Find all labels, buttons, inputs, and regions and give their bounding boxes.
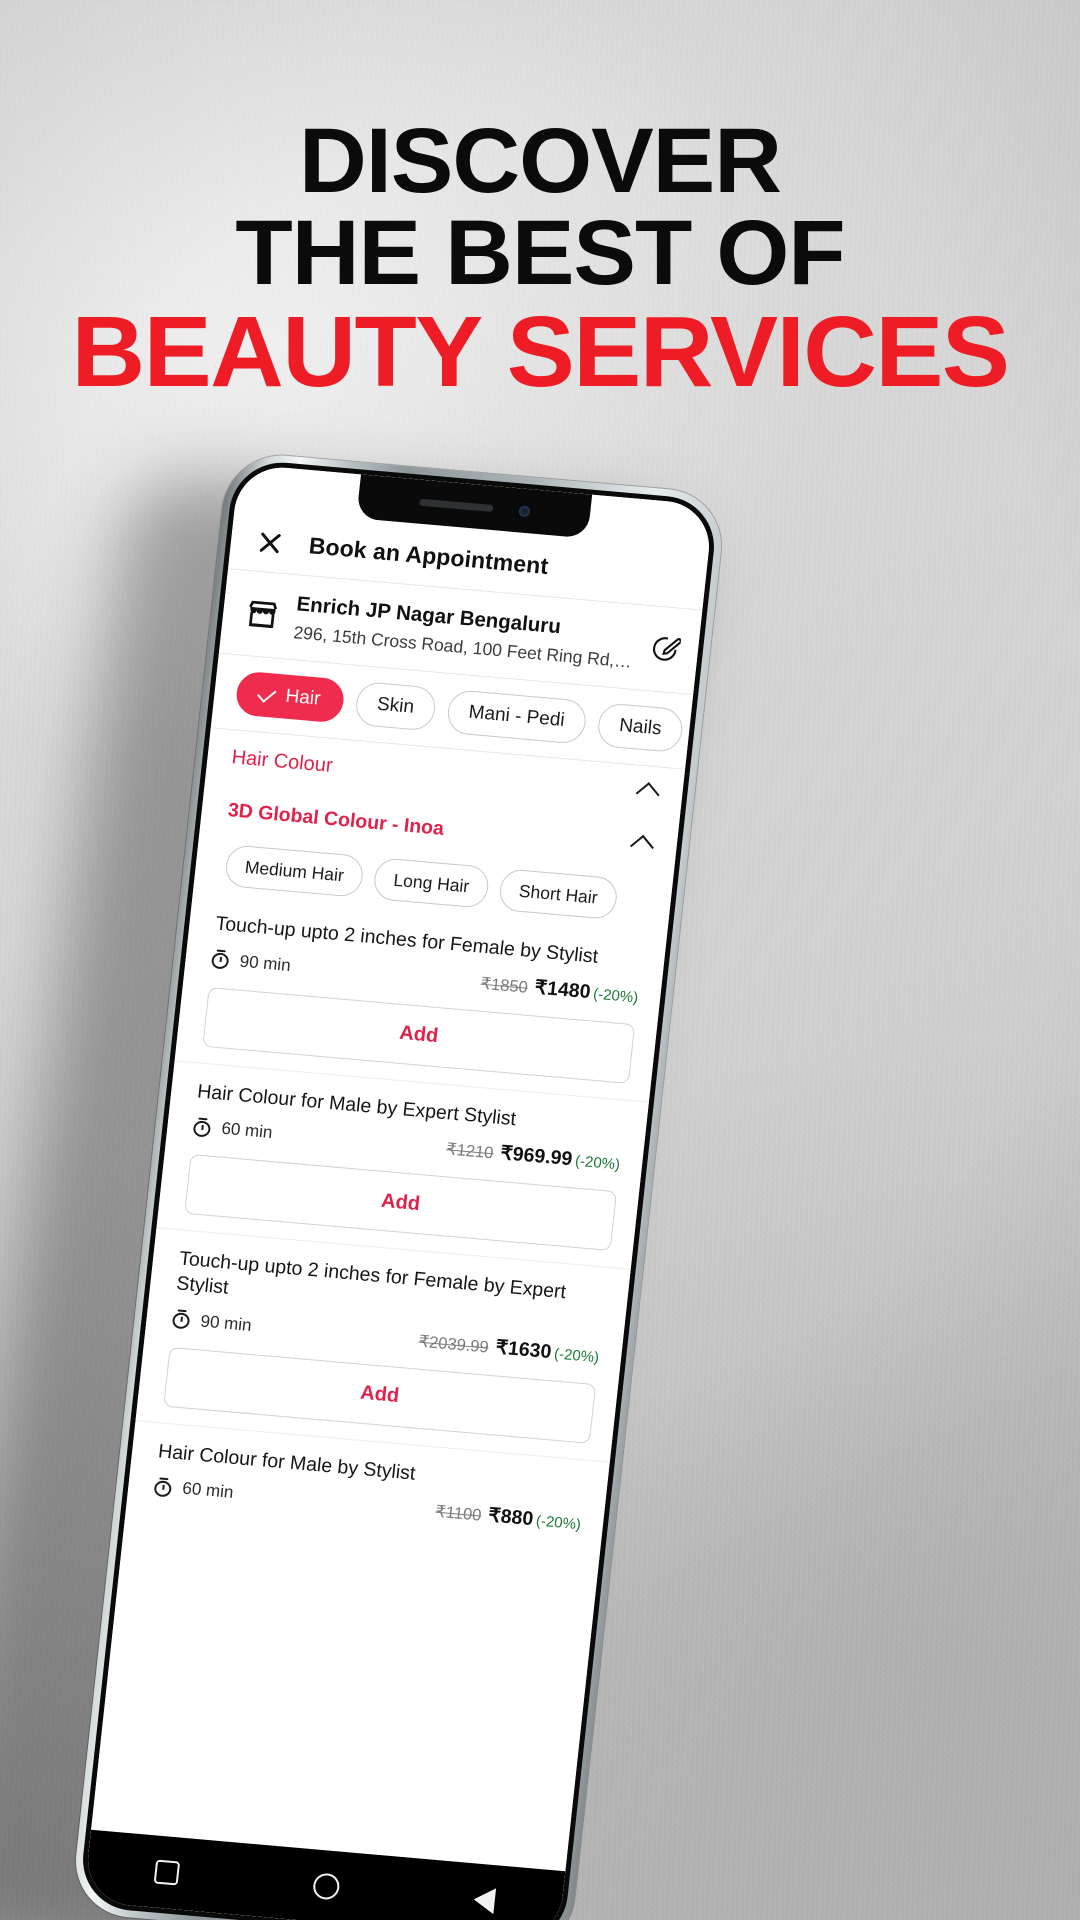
service-duration: 60 min	[153, 1476, 234, 1503]
service-item: Touch-up upto 2 inches for Female by Exp…	[146, 1228, 631, 1370]
original-price: ₹1210	[445, 1140, 495, 1163]
circle-home-icon[interactable]	[311, 1872, 341, 1901]
phone-mockup: Book an Appointment Enrich JP Nagar Beng…	[0, 446, 727, 1920]
service-price-group: ₹1100 ₹880 (-20%)	[434, 1499, 582, 1536]
headline-line-3: BEAUTY SERVICES	[71, 295, 1010, 408]
service-duration: 90 min	[210, 949, 292, 976]
discounted-price: ₹1480	[533, 976, 592, 1003]
timer-icon	[171, 1309, 193, 1330]
chip-label: Long Hair	[392, 869, 471, 897]
triangle-back-icon[interactable]	[471, 1886, 496, 1915]
timer-icon	[153, 1477, 175, 1498]
service-price-group: ₹1210 ₹969.99 (-20%)	[445, 1136, 621, 1175]
timer-icon	[192, 1117, 214, 1138]
service-price-group: ₹2039.99 ₹1630 (-20%)	[418, 1328, 601, 1368]
check-icon	[257, 684, 277, 704]
storefront-icon	[244, 596, 282, 633]
chip-label: Hair	[284, 686, 322, 711]
service-duration: 90 min	[171, 1309, 253, 1336]
category-chip-nails[interactable]: Nails	[595, 702, 685, 754]
length-chip-medium-hair[interactable]: Medium Hair	[223, 844, 365, 899]
chip-label: Medium Hair	[243, 856, 345, 886]
category-chip-skin[interactable]: Skin	[353, 681, 438, 732]
chip-label: Mani - Pedi	[467, 702, 566, 732]
section-title: Hair Colour	[230, 746, 334, 778]
chip-label: Nails	[618, 715, 663, 740]
headline-line-2: THE BEST OF	[235, 202, 845, 305]
original-price: ₹2039.99	[417, 1332, 490, 1357]
timer-icon	[210, 949, 232, 970]
duration-label: 60 min	[181, 1478, 235, 1502]
chip-label: Short Hair	[518, 880, 599, 908]
category-chip-hair[interactable]: Hair	[234, 670, 346, 724]
discounted-price: ₹880	[487, 1504, 535, 1531]
discount-badge: (-20%)	[553, 1345, 600, 1367]
chip-label: Skin	[375, 694, 416, 719]
earpiece-speaker-icon	[418, 498, 494, 512]
original-price: ₹1100	[434, 1502, 483, 1525]
square-recents-icon[interactable]	[153, 1859, 180, 1886]
salon-text: Enrich JP Nagar Bengaluru 296, 15th Cros…	[292, 591, 636, 673]
category-chip-mani-pedi[interactable]: Mani - Pedi	[445, 689, 588, 746]
close-icon[interactable]	[256, 528, 285, 556]
duration-label: 90 min	[199, 1311, 253, 1335]
discounted-price: ₹1630	[494, 1336, 553, 1363]
service-price-group: ₹1850 ₹1480 (-20%)	[480, 970, 640, 1008]
promo-headline: DISCOVER THE BEST OF BEAUTY SERVICES	[0, 110, 1080, 408]
duration-label: 60 min	[220, 1118, 274, 1143]
edit-location-icon[interactable]	[648, 634, 682, 666]
length-chip-short-hair[interactable]: Short Hair	[497, 868, 619, 921]
original-price: ₹1850	[479, 974, 529, 997]
duration-label: 90 min	[238, 951, 292, 975]
length-chip-long-hair[interactable]: Long Hair	[372, 857, 491, 910]
headline-line-1: DISCOVER	[299, 110, 782, 212]
chevron-up-icon[interactable]	[629, 835, 654, 860]
discount-badge: (-20%)	[592, 985, 640, 1007]
page-title: Book an Appointment	[307, 532, 550, 580]
discounted-price: ₹969.99	[499, 1142, 574, 1171]
front-camera-icon	[517, 504, 531, 517]
discount-badge: (-20%)	[574, 1152, 621, 1174]
discount-badge: (-20%)	[535, 1512, 582, 1534]
chevron-up-icon[interactable]	[635, 782, 660, 807]
service-duration: 60 min	[192, 1116, 274, 1143]
